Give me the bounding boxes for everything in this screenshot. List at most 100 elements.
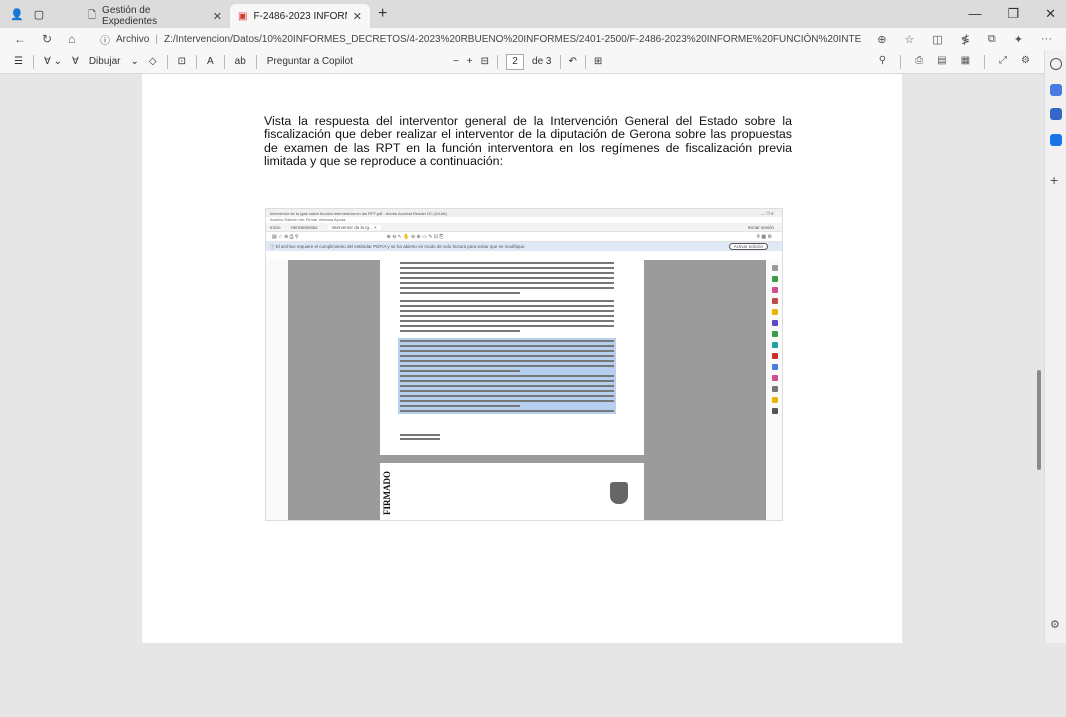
text-line xyxy=(400,305,614,307)
document-paragraph: Vista la respuesta del interventor gener… xyxy=(264,114,792,168)
copilot-button[interactable]: Preguntar a Copilot xyxy=(267,56,353,67)
chevron-down-icon[interactable]: ⌄ xyxy=(131,56,139,67)
text-line xyxy=(400,410,614,412)
save-icon[interactable]: ▤ xyxy=(937,55,946,69)
address-bar: ← ↻ ⌂ ⓘ Archivo | Z:/Intervencion/Datos/… xyxy=(0,28,1066,50)
tab-actions-icon[interactable]: ▢ xyxy=(34,8,44,21)
zoom-in-button[interactable]: + xyxy=(467,56,473,67)
office-icon[interactable] xyxy=(1050,108,1062,120)
text-line xyxy=(400,330,520,332)
zoom-icon[interactable]: ⊕ xyxy=(877,33,886,46)
favorite-star-icon[interactable]: ☆ xyxy=(904,33,914,46)
draw-icon[interactable]: ∀ xyxy=(72,56,79,67)
scrollbar-thumb[interactable] xyxy=(1037,370,1041,470)
page-total: de 3 xyxy=(532,56,552,67)
embedded-left-panel xyxy=(266,260,288,520)
text-line xyxy=(400,282,614,284)
tab-label: Gestión de Expedientes xyxy=(102,5,158,27)
close-window-button[interactable]: ✕ xyxy=(1045,6,1056,22)
text-line xyxy=(400,340,614,342)
draw-button[interactable]: Dibujar xyxy=(89,56,121,67)
edge-sidebar: + ⚙ xyxy=(1044,50,1066,643)
info-icon[interactable]: ⓘ xyxy=(100,32,110,47)
eraser-icon[interactable]: ◇ xyxy=(149,56,157,67)
save-as-icon[interactable]: ▦ xyxy=(961,55,970,69)
outlook-icon[interactable] xyxy=(1050,134,1062,146)
embedded-banner: ⓘ El archivo requiere el cumplimiento de… xyxy=(266,242,782,251)
embedded-title: Interventor de la Igae sobre función int… xyxy=(266,209,782,217)
embedded-toolbar: ▤ ☆ ⊕ ⎙ ⚲ ⊕ ⊖ ↖ ✋ ⊖ ⊕ ▭ ✎ ⊡ ⎘ ⚲ ▦ ⚙ xyxy=(266,232,782,242)
text-line xyxy=(400,300,614,302)
minimize-button[interactable]: — xyxy=(968,6,981,22)
settings-icon[interactable]: ⚙ xyxy=(1021,55,1030,69)
text-line xyxy=(400,350,614,352)
highlight-icon[interactable]: ∀ ⌄ xyxy=(44,56,62,67)
extensions-icon[interactable]: ✦ xyxy=(1014,33,1023,46)
restore-button[interactable]: ❐ xyxy=(1007,6,1019,22)
text-line xyxy=(400,375,614,377)
add-sidebar-icon[interactable]: + xyxy=(1050,172,1058,188)
page-icon: 🗋 xyxy=(88,9,97,21)
profile-icon[interactable]: 👤 xyxy=(10,8,24,21)
embedded-body: FIRMADO xyxy=(266,260,782,520)
embedded-screenshot: Interventor de la Igae sobre función int… xyxy=(265,208,783,521)
read-aloud-icon[interactable]: A xyxy=(207,56,214,67)
embedded-title-text: Interventor de la Igae sobre función int… xyxy=(270,210,447,216)
collections-icon[interactable]: ⧉ xyxy=(988,33,996,46)
pdf-icon: ▣ xyxy=(238,10,248,22)
text-line xyxy=(400,365,614,367)
embedded-edit-button: Activar edición xyxy=(728,243,768,250)
translate-icon[interactable]: ab xyxy=(235,56,246,67)
text-line xyxy=(400,395,614,397)
text-line xyxy=(400,287,614,289)
favorites-icon[interactable]: ≸ xyxy=(961,33,970,46)
search-sidebar-icon[interactable] xyxy=(1050,58,1062,70)
text-line xyxy=(400,292,520,294)
embedded-tab-inicio: Inicio xyxy=(270,224,281,230)
embedded-banner-text: El archivo requiere el cumplimiento del … xyxy=(275,244,526,249)
text-line xyxy=(400,370,520,372)
sidebar-settings-icon[interactable]: ⚙ xyxy=(1050,618,1060,631)
rotate-icon[interactable]: ↶ xyxy=(569,56,577,67)
text-line xyxy=(400,277,614,279)
back-icon[interactable]: ← xyxy=(14,32,26,46)
embedded-tab-herramientas: Herramientas xyxy=(290,224,318,230)
footer-line xyxy=(400,438,440,440)
new-tab-button[interactable]: + xyxy=(370,5,395,23)
search-icon[interactable]: ⚲ xyxy=(879,55,886,69)
tab-label: F-2486-2023 INFORME FUNCIÓN xyxy=(253,10,346,22)
pdf-viewer[interactable]: Vista la respuesta del interventor gener… xyxy=(0,74,1044,643)
tab-informe[interactable]: ▣ F-2486-2023 INFORME FUNCIÓN ✕ xyxy=(230,4,370,28)
embedded-firmado: FIRMADO xyxy=(382,471,392,515)
url-field[interactable]: ⓘ Archivo | Z:/Intervencion/Datos/10%20I… xyxy=(100,32,861,47)
text-line xyxy=(400,272,614,274)
fullscreen-icon[interactable]: ⤢ xyxy=(999,55,1007,69)
close-tab-icon[interactable]: ✕ xyxy=(353,10,362,23)
home-icon[interactable]: ⌂ xyxy=(68,32,75,46)
zoom-out-button[interactable]: − xyxy=(453,56,459,67)
more-icon[interactable]: ··· xyxy=(1041,33,1052,46)
pdf-toolbar: ☰ ∀ ⌄ ∀ Dibujar ⌄ ◇ ⊡ A ab Preguntar a C… xyxy=(0,50,1066,74)
text-line xyxy=(400,320,614,322)
page-number-input[interactable]: 2 xyxy=(506,53,525,70)
tab-gestion[interactable]: 🗋 Gestión de Expedientes ✕ xyxy=(80,4,230,28)
embedded-gray-right xyxy=(644,260,766,520)
text-line xyxy=(400,405,520,407)
text-line xyxy=(400,325,614,327)
page-view-icon[interactable]: ⊞ xyxy=(594,56,602,67)
embedded-paper: FIRMADO xyxy=(380,260,644,520)
contents-icon[interactable]: ☰ xyxy=(14,56,23,67)
close-tab-icon[interactable]: ✕ xyxy=(213,10,222,23)
print-icon[interactable]: ⎙ xyxy=(915,55,923,69)
text-line xyxy=(400,310,614,312)
text-line xyxy=(400,380,614,382)
text-icon[interactable]: ⊡ xyxy=(178,56,186,67)
embedded-right-panel xyxy=(766,260,782,520)
split-screen-icon[interactable]: ◫ xyxy=(932,33,942,46)
text-line xyxy=(400,385,614,387)
tag-icon[interactable] xyxy=(1050,84,1062,96)
fit-page-icon[interactable]: ⊟ xyxy=(481,56,489,67)
footer-line xyxy=(400,434,440,436)
refresh-icon[interactable]: ↻ xyxy=(42,32,52,46)
vertical-scrollbar[interactable] xyxy=(1034,148,1044,717)
